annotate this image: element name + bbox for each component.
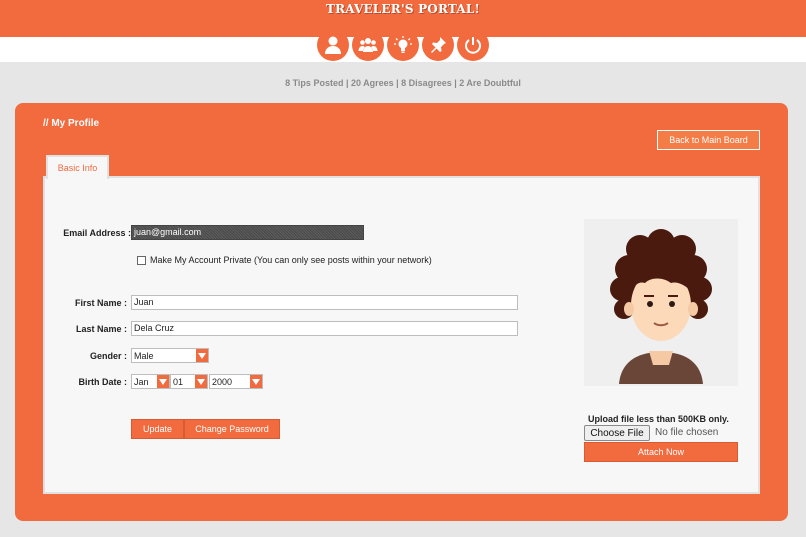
nav-tips-button[interactable] [388,30,418,60]
profile-card: // My Profile Back to Main Board Basic I… [15,103,788,521]
chevron-down-icon [195,375,207,388]
email-field[interactable]: juan@gmail.com [131,225,364,240]
user-icon [325,36,341,54]
first-name-label: First Name : [74,298,127,308]
back-to-main-board-button[interactable]: Back to Main Board [657,130,760,150]
gender-label: Gender : [89,351,127,361]
birth-month-value: Jan [134,377,149,387]
email-label: Email Address : [63,228,131,238]
private-account-option: Make My Account Private (You can only se… [137,255,432,265]
chevron-down-icon [196,349,208,362]
first-name-field[interactable]: Juan [131,295,518,310]
profile-photo [584,219,738,386]
attach-now-button[interactable]: Attach Now [584,442,738,462]
last-name-label: Last Name : [75,324,127,334]
choose-file-button[interactable]: Choose File [584,425,650,441]
nav-pinned-button[interactable] [423,30,453,60]
birth-date-label: Birth Date : [78,377,127,387]
private-account-label: Make My Account Private (You can only se… [150,255,432,265]
group-icon [358,38,378,52]
brand-title: TRAVELER'S PORTAL! [326,2,480,16]
last-name-field[interactable]: Dela Cruz [131,321,518,336]
birth-month-select[interactable]: Jan [131,374,170,389]
chevron-down-icon [157,375,169,388]
gender-value: Male [134,351,154,361]
nav-logout-button[interactable] [458,30,488,60]
pin-icon [431,37,446,53]
lightbulb-icon [394,36,412,53]
power-icon [465,37,481,54]
birth-year-select[interactable]: 2000 [209,374,263,389]
birth-day-select[interactable]: 01 [170,374,208,389]
chevron-down-icon [250,375,262,388]
gender-select[interactable]: Male [131,348,209,363]
birth-day-value: 01 [173,377,184,387]
nav-network-button[interactable] [353,30,383,60]
update-button[interactable]: Update [131,419,184,439]
tab-basic-info[interactable]: Basic Info [46,155,109,179]
nav-profile-button[interactable] [318,30,348,60]
avatar [610,229,712,384]
birth-year-value: 2000 [212,377,233,387]
user-stats: 8 Tips Posted | 20 Agrees | 8 Disagrees … [285,78,521,88]
page-title: // My Profile [43,118,100,129]
upload-note: Upload file less than 500KB only. [588,414,729,424]
main-nav [318,30,488,60]
change-password-button[interactable]: Change Password [184,419,280,439]
file-status: No file chosen [655,427,719,438]
basic-info-panel: Email Address : juan@gmail.com Make My A… [43,176,760,494]
private-account-checkbox[interactable] [137,255,146,265]
